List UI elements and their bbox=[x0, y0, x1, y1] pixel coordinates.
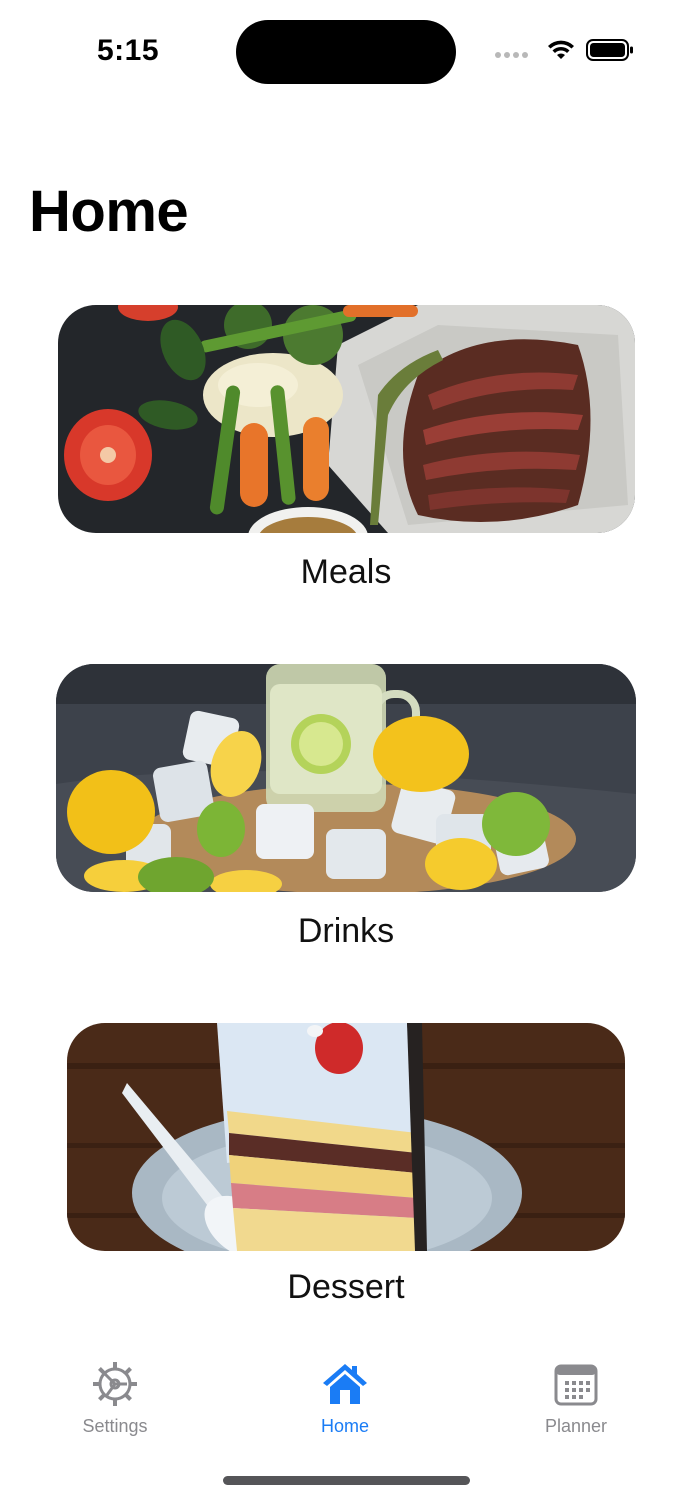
tab-label: Planner bbox=[544, 1416, 608, 1436]
tab-planner[interactable]: Planner bbox=[496, 1360, 656, 1437]
category-label: Dessert bbox=[287, 1268, 405, 1306]
tab-label: Home bbox=[320, 1416, 369, 1436]
category-label: Meals bbox=[300, 553, 392, 591]
dessert-image[interactable] bbox=[67, 1023, 625, 1251]
battery-icon bbox=[586, 39, 633, 61]
tab-settings[interactable]: Settings bbox=[35, 1360, 195, 1437]
dynamic-island bbox=[236, 20, 456, 84]
house-icon bbox=[323, 1364, 367, 1404]
category-label: Drinks bbox=[297, 912, 395, 950]
status-icons bbox=[495, 38, 634, 62]
gear-icon bbox=[93, 1362, 137, 1406]
tab-label: Settings bbox=[82, 1416, 148, 1436]
page-title: Home bbox=[29, 179, 189, 244]
cellular-signal-icon bbox=[495, 52, 528, 58]
status-bar: 5:15 bbox=[0, 0, 692, 110]
meals-image[interactable] bbox=[58, 305, 635, 533]
status-time: 5:15 bbox=[97, 34, 160, 67]
calendar-icon bbox=[554, 1364, 598, 1406]
drinks-image[interactable] bbox=[56, 664, 636, 892]
tab-home[interactable]: Home bbox=[265, 1360, 425, 1437]
wifi-icon bbox=[548, 40, 574, 59]
home-indicator[interactable] bbox=[223, 1476, 470, 1485]
